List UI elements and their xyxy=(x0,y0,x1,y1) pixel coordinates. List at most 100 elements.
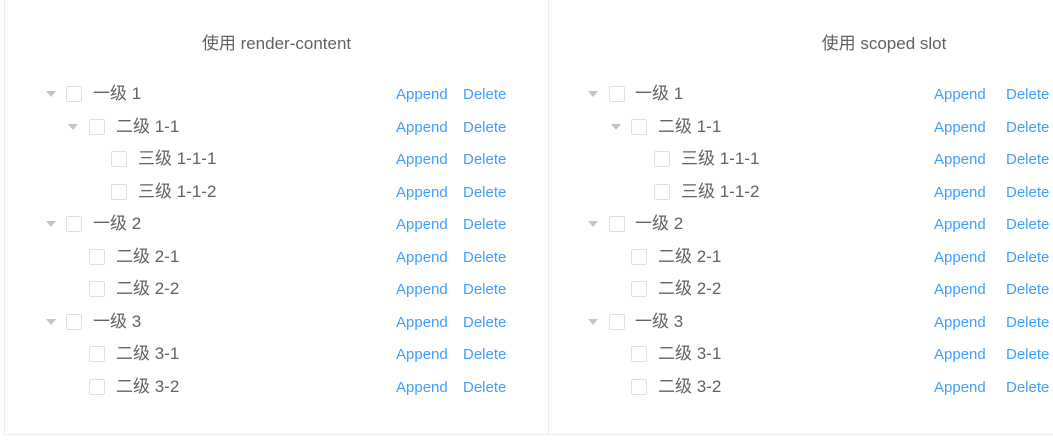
delete-link[interactable]: Delete xyxy=(463,314,506,332)
append-link[interactable]: Append xyxy=(396,281,448,299)
tree-node[interactable]: 二级 3-1 Append Delete xyxy=(549,338,1053,371)
node-label: 一级 2 xyxy=(635,214,684,233)
caret-down-icon[interactable] xyxy=(46,91,56,97)
delete-link[interactable]: Delete xyxy=(463,151,506,169)
append-link[interactable]: Append xyxy=(396,379,448,397)
node-checkbox[interactable] xyxy=(66,216,82,232)
tree-node[interactable]: 一级 2 Append Delete xyxy=(5,208,548,241)
append-link[interactable]: Append xyxy=(934,216,986,234)
delete-link[interactable]: Delete xyxy=(1006,249,1049,267)
delete-link[interactable]: Delete xyxy=(463,119,506,137)
node-checkbox[interactable] xyxy=(631,118,647,135)
caret-down-icon[interactable] xyxy=(588,221,598,227)
append-link[interactable]: Append xyxy=(934,249,986,267)
tree-node[interactable]: 二级 1-1 Append Delete xyxy=(549,111,1053,144)
delete-link[interactable]: Delete xyxy=(463,184,506,202)
node-checkbox[interactable] xyxy=(631,346,647,362)
node-label: 二级 3-1 xyxy=(658,344,722,363)
node-checkbox[interactable] xyxy=(66,86,82,102)
tree-node[interactable]: 一级 2 Append Delete xyxy=(549,208,1053,241)
tree-node[interactable]: 一级 1 Append Delete xyxy=(549,78,1053,111)
delete-link[interactable]: Delete xyxy=(1006,151,1049,169)
append-link[interactable]: Append xyxy=(396,314,448,332)
node-checkbox[interactable] xyxy=(89,118,105,135)
append-link[interactable]: Append xyxy=(934,379,986,397)
node-checkbox[interactable] xyxy=(89,378,105,395)
tree-node[interactable]: 二级 2-1 Append Delete xyxy=(549,241,1053,274)
append-link[interactable]: Append xyxy=(934,346,986,364)
tree-node[interactable]: 三级 1-1-1 Append Delete xyxy=(5,143,548,176)
node-label: 三级 1-1-1 xyxy=(138,149,217,168)
tree-node[interactable]: 一级 3 Append Delete xyxy=(549,306,1053,339)
caret-down-icon[interactable] xyxy=(46,318,56,325)
node-checkbox[interactable] xyxy=(631,248,647,265)
delete-link[interactable]: Delete xyxy=(463,216,506,234)
tree-node[interactable]: 三级 1-1-1 Append Delete xyxy=(549,143,1053,176)
node-label: 二级 2-2 xyxy=(658,279,722,298)
node-checkbox[interactable] xyxy=(111,151,127,167)
tree-node[interactable]: 二级 3-2 Append Delete xyxy=(5,371,548,404)
delete-link[interactable]: Delete xyxy=(1006,184,1049,202)
tree-node[interactable]: 一级 3 Append Delete xyxy=(5,306,548,339)
tree-node[interactable]: 三级 1-1-2 Append Delete xyxy=(5,176,548,209)
tree-node[interactable]: 二级 2-1 Append Delete xyxy=(5,241,548,274)
append-link[interactable]: Append xyxy=(934,119,986,137)
node-checkbox[interactable] xyxy=(631,378,647,395)
tree-node[interactable]: 一级 1 Append Delete xyxy=(5,78,548,111)
caret-down-icon[interactable] xyxy=(611,123,621,130)
delete-link[interactable]: Delete xyxy=(1006,119,1049,137)
node-checkbox[interactable] xyxy=(609,216,625,232)
node-checkbox[interactable] xyxy=(631,281,647,297)
node-label: 一级 1 xyxy=(93,84,142,103)
delete-link[interactable]: Delete xyxy=(1006,86,1049,104)
render-content-panel: 使用 render-content 一级 1 Append Delete 二级 … xyxy=(5,0,548,434)
delete-link[interactable]: Delete xyxy=(1006,379,1049,397)
delete-link[interactable]: Delete xyxy=(463,346,506,364)
caret-down-icon[interactable] xyxy=(46,221,56,227)
tree-node[interactable]: 二级 1-1 Append Delete xyxy=(5,111,548,144)
caret-down-icon[interactable] xyxy=(588,91,598,97)
node-checkbox[interactable] xyxy=(89,281,105,297)
node-checkbox[interactable] xyxy=(89,346,105,362)
append-link[interactable]: Append xyxy=(396,184,448,202)
scoped-slot-panel: 使用 scoped slot 一级 1 Append Delete 二级 1-1… xyxy=(549,0,1053,434)
append-link[interactable]: Append xyxy=(934,314,986,332)
tree-node[interactable]: 二级 3-1 Append Delete xyxy=(5,338,548,371)
append-link[interactable]: Append xyxy=(396,346,448,364)
caret-down-icon[interactable] xyxy=(68,123,78,130)
tree-node[interactable]: 三级 1-1-2 Append Delete xyxy=(549,176,1053,209)
caret-down-icon[interactable] xyxy=(588,318,598,325)
append-link[interactable]: Append xyxy=(396,119,448,137)
tree-node[interactable]: 二级 2-2 Append Delete xyxy=(549,273,1053,306)
node-checkbox[interactable] xyxy=(609,313,625,330)
panel-title: 使用 scoped slot xyxy=(821,34,947,53)
node-checkbox[interactable] xyxy=(654,151,670,167)
delete-link[interactable]: Delete xyxy=(463,379,506,397)
append-link[interactable]: Append xyxy=(396,151,448,169)
delete-link[interactable]: Delete xyxy=(1006,314,1049,332)
append-link[interactable]: Append xyxy=(934,184,986,202)
delete-link[interactable]: Delete xyxy=(1006,281,1049,299)
append-link[interactable]: Append xyxy=(396,249,448,267)
delete-link[interactable]: Delete xyxy=(463,281,506,299)
tree-node[interactable]: 二级 3-2 Append Delete xyxy=(549,371,1053,404)
append-link[interactable]: Append xyxy=(396,86,448,104)
append-link[interactable]: Append xyxy=(934,86,986,104)
append-link[interactable]: Append xyxy=(934,281,986,299)
delete-link[interactable]: Delete xyxy=(463,86,506,104)
node-checkbox[interactable] xyxy=(111,183,127,200)
delete-link[interactable]: Delete xyxy=(1006,346,1049,364)
panel-title: 使用 render-content xyxy=(201,34,352,53)
delete-link[interactable]: Delete xyxy=(463,249,506,267)
append-link[interactable]: Append xyxy=(934,151,986,169)
append-link[interactable]: Append xyxy=(396,216,448,234)
delete-link[interactable]: Delete xyxy=(1006,216,1049,234)
node-checkbox[interactable] xyxy=(609,86,625,102)
node-checkbox[interactable] xyxy=(66,313,82,330)
node-label: 三级 1-1-1 xyxy=(681,149,760,168)
node-label: 三级 1-1-2 xyxy=(681,181,760,201)
node-label: 二级 3-2 xyxy=(658,376,722,396)
node-checkbox[interactable] xyxy=(654,183,670,200)
node-checkbox[interactable] xyxy=(89,248,105,265)
tree-node[interactable]: 二级 2-2 Append Delete xyxy=(5,273,548,306)
